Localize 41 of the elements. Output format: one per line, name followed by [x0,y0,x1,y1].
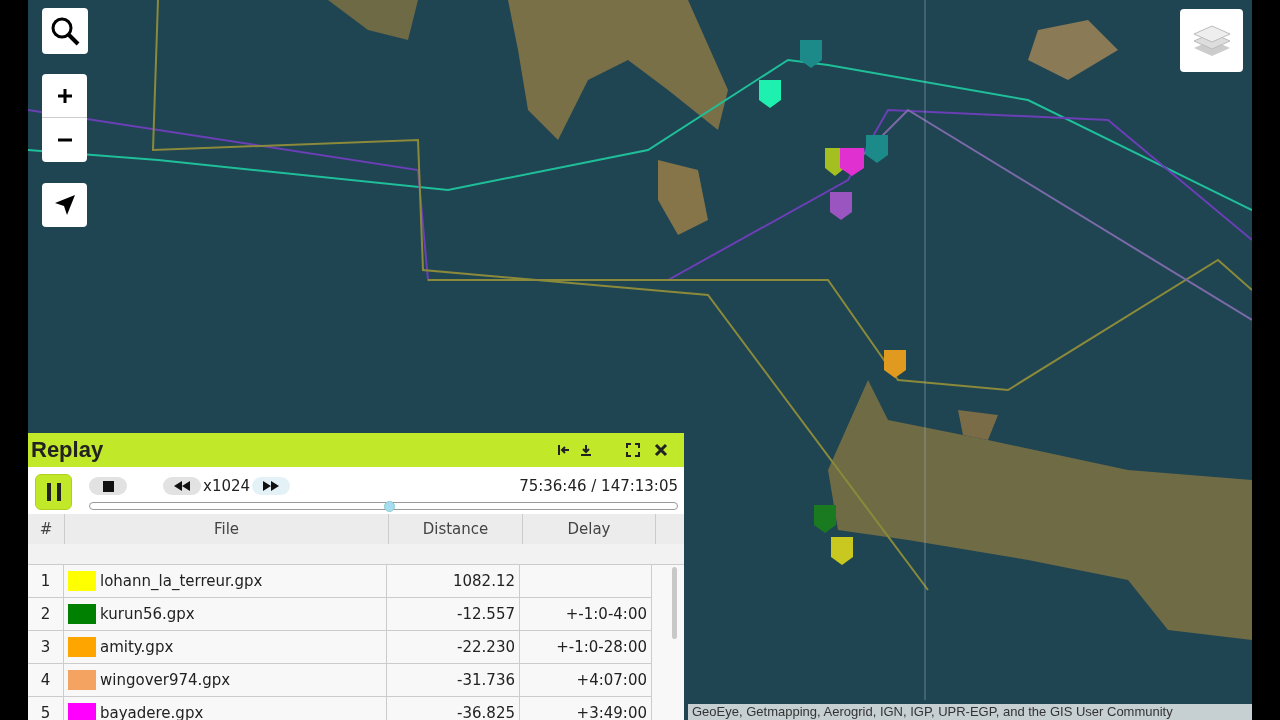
distance-cell: 1082.12 [387,565,520,597]
zoom-in-button[interactable] [42,74,87,118]
distance-cell: -36.825 [387,697,520,720]
panel-title: Replay [31,437,104,463]
file-name: wingover974.gpx [100,671,231,689]
row-number: 5 [28,697,64,720]
distance-cell: -31.736 [387,664,520,696]
map-attribution: GeoEye, Getmapping, Aerogrid, IGN, IGP, UPR-EGP, and the GIS User Community [688,704,1252,720]
fast-forward-button[interactable] [252,477,291,495]
fullscreen-icon[interactable] [626,443,640,457]
search-icon [50,16,80,46]
close-icon[interactable] [654,443,668,457]
jump-to-start-icon[interactable] [558,444,570,456]
distance-cell: -22.230 [387,631,520,663]
row-number: 4 [28,664,64,696]
locate-button[interactable] [42,183,87,227]
distance-cell: -12.557 [387,598,520,630]
stop-icon [102,480,114,492]
file-name: lohann_la_terreur.gpx [100,572,263,590]
row-number: 2 [28,598,64,630]
row-number: 1 [28,565,64,597]
speed-label: x1024 [203,477,251,495]
play-pause-button[interactable] [35,474,72,510]
file-name: kurun56.gpx [100,605,195,623]
download-icon[interactable] [580,444,592,456]
zoom-out-button[interactable] [42,118,87,162]
row-number: 3 [28,631,64,663]
file-name: amity.gpx [100,638,174,656]
plus-icon [56,87,73,104]
rewind-button[interactable] [163,477,201,495]
navigation-arrow-icon [53,194,76,216]
scrollbar-thumb[interactable] [672,567,677,639]
minus-icon [56,138,73,142]
elapsed-time: 75:36:46 / 147:13:05 [519,477,678,495]
pause-icon [44,482,63,502]
layers-icon [1191,23,1232,58]
search-button[interactable] [42,8,88,54]
fast-forward-icon [262,481,281,491]
rewind-icon [173,481,191,491]
stop-button[interactable] [89,477,127,495]
progress-handle[interactable] [384,501,396,512]
